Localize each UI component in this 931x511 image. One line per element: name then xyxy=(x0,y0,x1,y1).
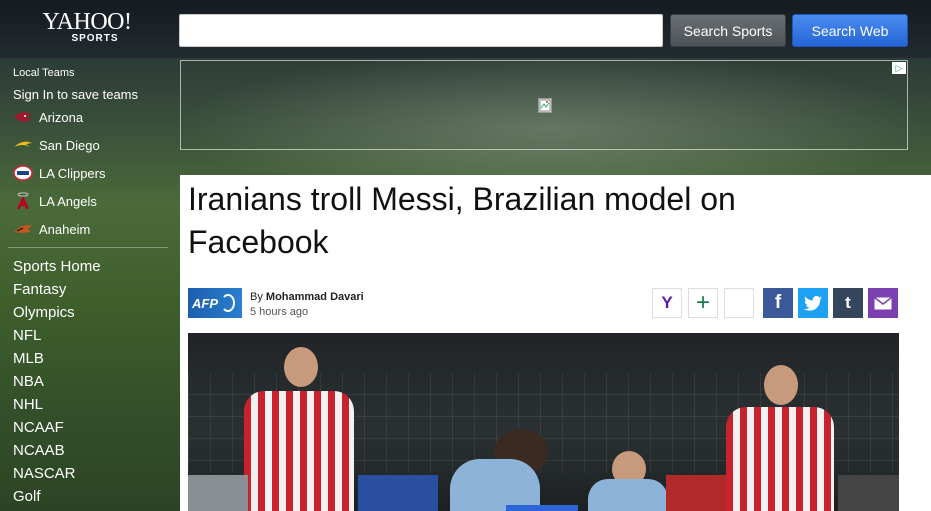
cardinals-logo-icon xyxy=(13,109,33,125)
sidebar-team-arizona[interactable]: Arizona xyxy=(13,106,83,128)
photo-blue-highlight xyxy=(506,505,578,511)
clippers-logo-icon xyxy=(13,165,33,181)
photo-banner xyxy=(358,475,438,511)
sidebar-team-san-diego[interactable]: San Diego xyxy=(13,134,100,156)
twitter-icon[interactable] xyxy=(798,288,828,318)
sidebar-team-la-angels[interactable]: LA Angels xyxy=(13,190,97,212)
sidebar-item-fantasy[interactable]: Fantasy xyxy=(13,281,66,299)
sidebar-item-nascar[interactable]: NASCAR xyxy=(13,465,76,483)
author-name[interactable]: Mohammad Davari xyxy=(266,291,364,303)
sidebar-team-label: Anaheim xyxy=(39,221,91,237)
search-sports-button[interactable]: Search Sports xyxy=(670,14,786,47)
afp-source-logo[interactable]: AFP xyxy=(188,288,242,318)
broken-image-icon xyxy=(538,98,552,113)
advertisement-slot[interactable]: ▷ xyxy=(180,60,908,150)
local-teams-heading: Local Teams xyxy=(13,67,75,79)
logo-main-text: YAHOO! xyxy=(42,9,133,35)
blank-share-icon[interactable] xyxy=(724,288,754,318)
sidebar-team-la-clippers[interactable]: LA Clippers xyxy=(13,162,105,184)
article-hero-photo[interactable] xyxy=(188,333,899,511)
photo-player-head xyxy=(764,365,798,405)
ad-choices-icon[interactable]: ▷ xyxy=(892,62,906,74)
sidebar: Local Teams Sign In to save teams Arizon… xyxy=(0,58,176,511)
sidebar-item-olympics[interactable]: Olympics xyxy=(13,304,75,322)
sidebar-divider xyxy=(8,247,168,248)
photo-banner xyxy=(666,475,726,511)
angels-logo-icon xyxy=(13,192,33,209)
photo-player-shirt xyxy=(244,391,354,511)
chargers-bolt-icon xyxy=(13,137,33,153)
sidebar-item-ncaaf[interactable]: NCAAF xyxy=(13,419,64,437)
afp-rings-icon xyxy=(221,294,235,312)
photo-banner xyxy=(188,475,248,511)
sidebar-item-nhl[interactable]: NHL xyxy=(13,396,43,414)
yahoo-y-icon[interactable]: Y xyxy=(652,288,682,318)
sign-in-link[interactable]: Sign In to save teams xyxy=(13,87,138,102)
sidebar-item-nfl[interactable]: NFL xyxy=(13,327,41,345)
sidebar-team-label: LA Clippers xyxy=(39,165,106,181)
top-header-bar: YAHOO! SPORTS Search Sports Search Web xyxy=(0,0,931,58)
publish-time: 5 hours ago xyxy=(250,306,309,318)
sidebar-item-ncaab[interactable]: NCAAB xyxy=(13,442,65,460)
email-icon[interactable] xyxy=(868,288,898,318)
photo-player-shirt xyxy=(726,407,834,511)
plus-icon[interactable]: + xyxy=(688,288,718,318)
sidebar-item-sports-home[interactable]: Sports Home xyxy=(13,258,101,276)
sidebar-item-mlb[interactable]: MLB xyxy=(13,350,44,368)
yahoo-sports-logo[interactable]: YAHOO! SPORTS xyxy=(38,10,136,45)
facebook-icon[interactable]: f xyxy=(763,288,793,318)
search-input[interactable] xyxy=(179,14,663,47)
ducks-logo-icon xyxy=(13,221,33,237)
sidebar-team-label: Arizona xyxy=(39,109,84,125)
article-card: Iranians troll Messi, Brazilian model on… xyxy=(180,175,931,511)
tumblr-icon[interactable]: t xyxy=(833,288,863,318)
article-headline: Iranians troll Messi, Brazilian model on… xyxy=(188,181,736,260)
sidebar-team-label: San Diego xyxy=(39,137,100,153)
byline: By Mohammad Davari xyxy=(250,291,364,303)
search-web-button[interactable]: Search Web xyxy=(792,14,908,47)
photo-player-shirt xyxy=(588,479,668,511)
byline-prefix: By xyxy=(250,291,263,303)
sidebar-team-anaheim[interactable]: Anaheim xyxy=(13,218,90,240)
sidebar-team-label: LA Angels xyxy=(39,193,97,209)
photo-banner xyxy=(838,475,899,511)
sidebar-item-nba[interactable]: NBA xyxy=(13,373,44,391)
photo-player-shirt xyxy=(450,459,540,511)
sidebar-item-golf[interactable]: Golf xyxy=(13,488,41,506)
photo-player-head xyxy=(284,347,318,387)
